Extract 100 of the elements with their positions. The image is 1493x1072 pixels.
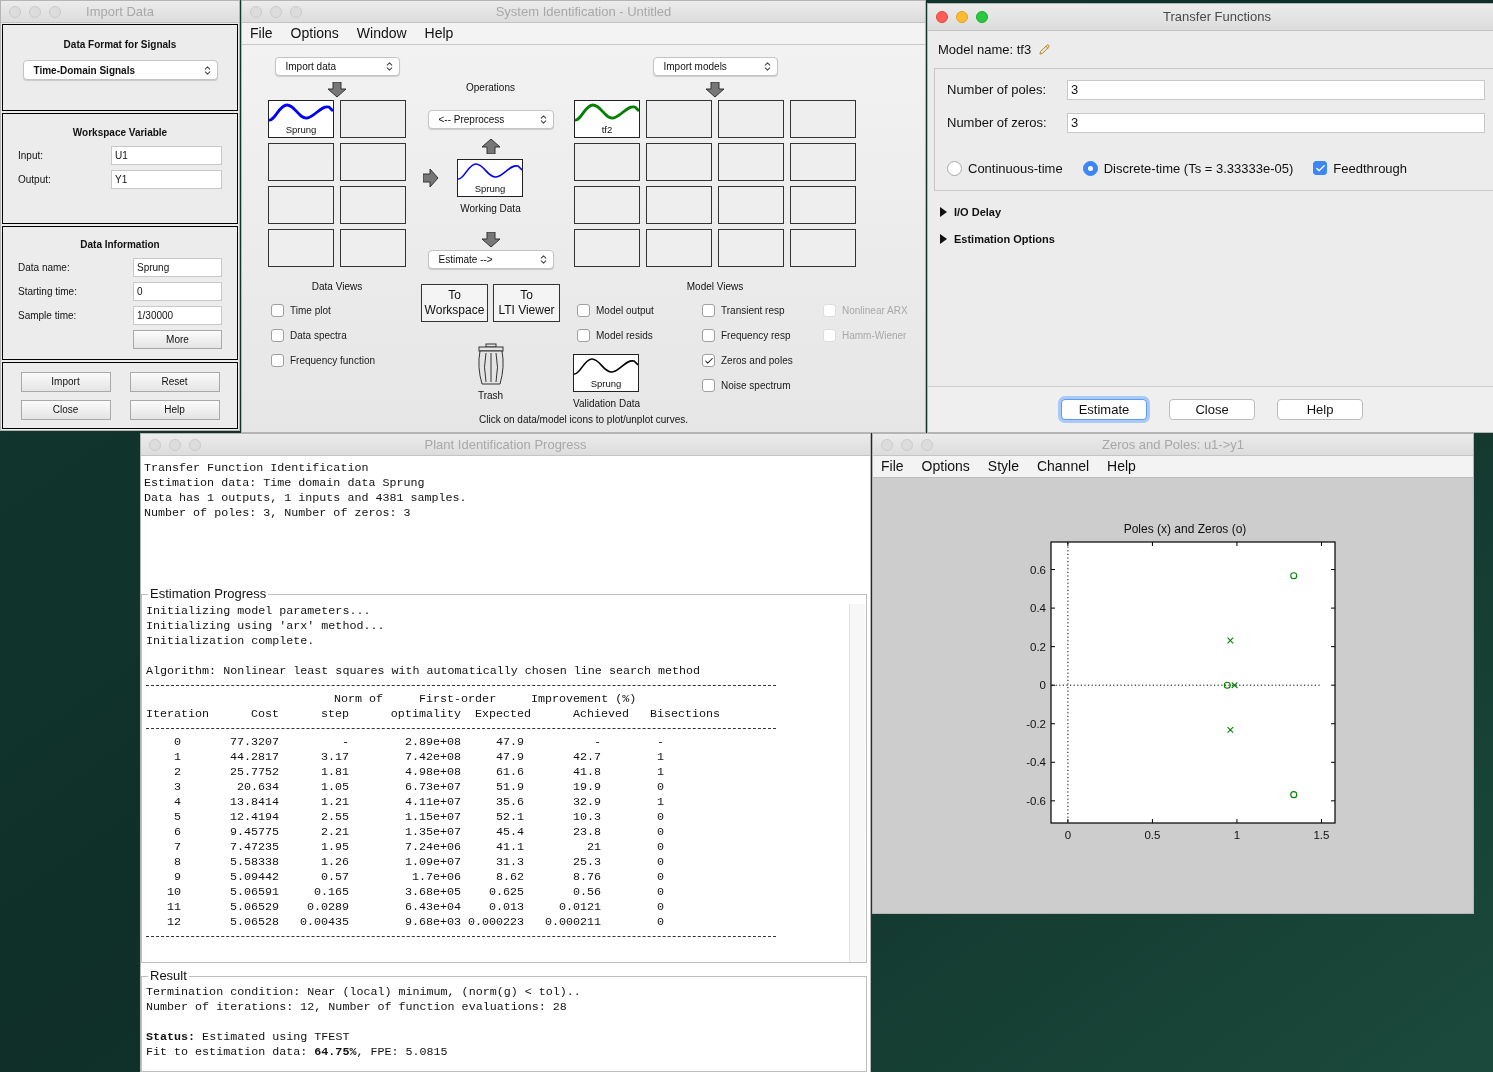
empty-slot[interactable] xyxy=(574,186,640,224)
table-cell-text: 6.43e+04 xyxy=(403,900,462,915)
table-cell-text: 5.06529 xyxy=(228,900,280,915)
table-cell-text: 2.21 xyxy=(319,825,350,840)
checkbox[interactable] xyxy=(271,329,284,342)
empty-slot[interactable] xyxy=(718,100,784,138)
table-cell-text: 1.95 xyxy=(319,840,350,855)
menu-item[interactable]: Options xyxy=(290,23,339,44)
menu-item[interactable]: File xyxy=(250,23,273,44)
button[interactable]: Help xyxy=(129,399,220,420)
empty-slot[interactable] xyxy=(646,100,712,138)
button[interactable]: Close xyxy=(20,399,111,420)
empty-slot[interactable] xyxy=(718,143,784,181)
more-button[interactable]: More xyxy=(133,330,222,349)
scrollbar[interactable] xyxy=(849,604,865,962)
empty-slot[interactable] xyxy=(340,143,406,181)
empty-slot[interactable] xyxy=(646,143,712,181)
menu-item[interactable]: Help xyxy=(424,23,454,44)
zoom-button[interactable] xyxy=(976,11,988,23)
text-field[interactable]: Y1 xyxy=(111,170,222,189)
dialog-button[interactable]: Close xyxy=(1169,399,1255,420)
empty-slot[interactable] xyxy=(646,186,712,224)
table-cell-text: 1.21 xyxy=(319,795,350,810)
empty-slot[interactable] xyxy=(268,143,334,181)
tile-caption: Validation Data xyxy=(573,397,641,411)
table-cell-text: 3 xyxy=(173,780,182,795)
empty-slot[interactable] xyxy=(718,229,784,267)
empty-slot[interactable] xyxy=(574,229,640,267)
dropdown[interactable]: Estimate --> xyxy=(427,250,554,269)
axis-tick-label: 0.5 xyxy=(1144,829,1161,841)
waveform-icon xyxy=(458,161,522,183)
empty-slot[interactable] xyxy=(340,186,406,224)
checkbox[interactable] xyxy=(577,304,590,317)
empty-slot[interactable] xyxy=(268,186,334,224)
button[interactable]: Import xyxy=(20,371,111,392)
empty-slot[interactable] xyxy=(268,229,334,267)
empty-slot[interactable] xyxy=(718,186,784,224)
signal-tile[interactable]: Sprung xyxy=(457,159,523,197)
menu-item[interactable]: Options xyxy=(921,456,970,477)
menu-item[interactable]: Help xyxy=(1107,456,1136,477)
field-label: Starting time: xyxy=(18,285,77,299)
checkbox[interactable] xyxy=(577,329,590,342)
text-field[interactable]: 3 xyxy=(1067,79,1485,100)
action-button[interactable]: To LTI Viewer xyxy=(493,284,560,322)
dropdown[interactable]: <-- Preprocess xyxy=(427,110,554,129)
close-button[interactable] xyxy=(936,11,948,23)
dropdown[interactable]: Time-Domain Signals xyxy=(22,60,218,80)
radio-button[interactable] xyxy=(947,160,962,176)
collapsible-section[interactable]: I/O Delay xyxy=(940,203,1002,220)
signal-tile[interactable]: tf2 xyxy=(574,100,640,138)
signal-tile[interactable]: Sprung xyxy=(573,354,639,392)
empty-slot[interactable] xyxy=(646,229,712,267)
checkmark-icon xyxy=(1314,162,1326,174)
text-field[interactable]: 3 xyxy=(1067,112,1485,133)
column-header: Cost xyxy=(249,707,280,722)
collapsible-section[interactable]: Estimation Options xyxy=(940,231,1055,248)
empty-slot[interactable] xyxy=(340,229,406,267)
text-field[interactable]: 1/30000 xyxy=(133,306,222,325)
radio-button[interactable] xyxy=(1082,160,1098,176)
checkbox[interactable] xyxy=(1313,161,1328,176)
minimize-button[interactable] xyxy=(956,11,968,23)
checkbox[interactable] xyxy=(702,379,715,392)
checkbox[interactable] xyxy=(702,304,715,317)
checkbox[interactable] xyxy=(271,304,284,317)
empty-slot[interactable] xyxy=(790,100,856,138)
dialog-button[interactable]: Help xyxy=(1277,399,1363,420)
window-title: System Identification - Untitled xyxy=(494,2,673,21)
text-field[interactable]: U1 xyxy=(111,146,222,165)
table-cell-text: 31.3 xyxy=(494,855,525,870)
table-cell-text: 0 xyxy=(656,780,665,795)
trash-icon[interactable] xyxy=(475,343,506,385)
empty-slot[interactable] xyxy=(574,143,640,181)
menu-item[interactable]: File xyxy=(881,456,904,477)
checkbox-label: Hamm-Wiener xyxy=(842,329,907,343)
table-cell-text: 6 xyxy=(173,825,182,840)
action-button[interactable]: To Workspace xyxy=(421,284,488,322)
text-field[interactable]: Sprung xyxy=(133,258,222,277)
empty-slot[interactable] xyxy=(790,186,856,224)
pole-marker xyxy=(1227,637,1234,644)
empty-slot[interactable] xyxy=(790,143,856,181)
pencil-icon[interactable] xyxy=(1039,44,1051,56)
menu-item[interactable]: Style xyxy=(987,456,1019,477)
dialog-button[interactable]: Estimate xyxy=(1061,399,1147,420)
text-field[interactable]: 0 xyxy=(133,282,222,301)
signal-tile[interactable]: Sprung xyxy=(268,100,334,138)
down-arrow-icon xyxy=(705,82,725,98)
table-cell-text: 4.11e+07 xyxy=(403,795,462,810)
checkbox[interactable] xyxy=(271,354,284,367)
dropdown[interactable]: Import data xyxy=(274,57,400,76)
checkbox[interactable] xyxy=(702,329,715,342)
dropdown[interactable]: Import models xyxy=(652,57,778,76)
hint-text: Click on data/model icons to plot/unplot curves. xyxy=(478,413,689,427)
window-title: Plant Identification Progress xyxy=(423,435,588,454)
menu-item[interactable]: Window xyxy=(356,23,407,44)
table-cell-text: 52.1 xyxy=(494,810,525,825)
menu-item[interactable]: Channel xyxy=(1036,456,1090,477)
button[interactable]: Reset xyxy=(129,371,220,392)
empty-slot[interactable] xyxy=(790,229,856,267)
checkbox[interactable] xyxy=(702,354,715,367)
empty-slot[interactable] xyxy=(340,100,406,138)
